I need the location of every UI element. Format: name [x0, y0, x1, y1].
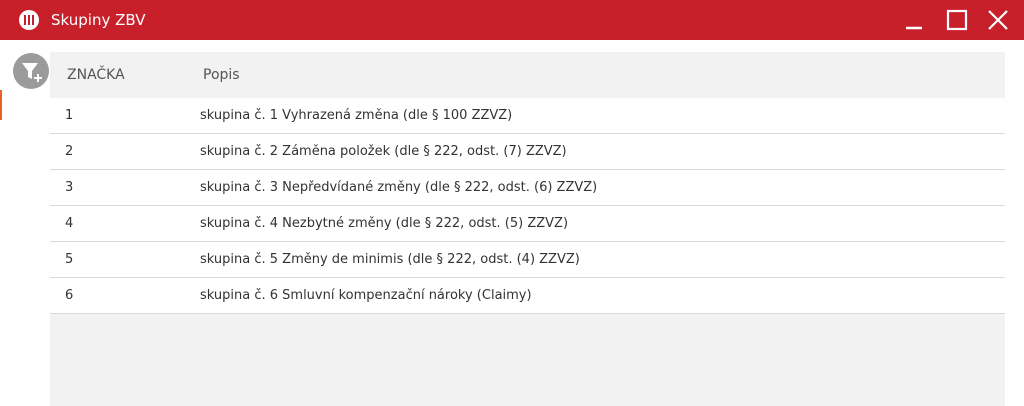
table-row[interactable]: 5 skupina č. 5 Změny de minimis (dle § 2…	[50, 242, 1005, 278]
app-logo-icon	[19, 10, 39, 30]
filter-add-icon	[22, 63, 44, 84]
minimize-icon	[906, 26, 922, 30]
table-row[interactable]: 4 skupina č. 4 Nezbytné změny (dle § 222…	[50, 206, 1005, 242]
cell-popis: skupina č. 6 Smluvní kompenzační nároky …	[200, 288, 532, 303]
groups-table: ZNAČKA Popis 1 skupina č. 1 Vyhrazená zm…	[50, 52, 1005, 406]
table-row[interactable]: 2 skupina č. 2 Záměna položek (dle § 222…	[50, 134, 1005, 170]
title-bar: Skupiny ZBV	[0, 0, 1024, 40]
cell-znacka: 5	[65, 252, 74, 267]
cell-znacka: 6	[65, 288, 74, 303]
cell-znacka: 2	[65, 144, 74, 159]
cell-znacka: 1	[65, 108, 74, 123]
add-filter-button[interactable]	[13, 53, 49, 89]
left-edge-accent	[0, 90, 2, 120]
table-body: 1 skupina č. 1 Vyhrazená změna (dle § 10…	[50, 98, 1005, 314]
table-row[interactable]: 1 skupina č. 1 Vyhrazená změna (dle § 10…	[50, 98, 1005, 134]
close-button[interactable]	[986, 8, 1010, 32]
column-header-znacka[interactable]: ZNAČKA	[67, 67, 125, 83]
cell-popis: skupina č. 3 Nepředvídané změny (dle § 2…	[200, 180, 598, 195]
close-icon	[988, 10, 1008, 30]
cell-znacka: 3	[65, 180, 74, 195]
cell-popis: skupina č. 4 Nezbytné změny (dle § 222, …	[200, 216, 569, 231]
table-row[interactable]: 3 skupina č. 3 Nepředvídané změny (dle §…	[50, 170, 1005, 206]
cell-popis: skupina č. 2 Záměna položek (dle § 222, …	[200, 144, 567, 159]
cell-znacka: 4	[65, 216, 74, 231]
table-row[interactable]: 6 skupina č. 6 Smluvní kompenzační nárok…	[50, 278, 1005, 314]
table-header: ZNAČKA Popis	[50, 52, 1005, 98]
maximize-icon	[946, 9, 968, 31]
cell-popis: skupina č. 5 Změny de minimis (dle § 222…	[200, 252, 580, 267]
minimize-button[interactable]	[902, 8, 926, 32]
column-header-popis[interactable]: Popis	[203, 67, 240, 83]
cell-popis: skupina č. 1 Vyhrazená změna (dle § 100 …	[200, 108, 513, 123]
window-title: Skupiny ZBV	[51, 11, 146, 29]
maximize-button[interactable]	[945, 8, 969, 32]
